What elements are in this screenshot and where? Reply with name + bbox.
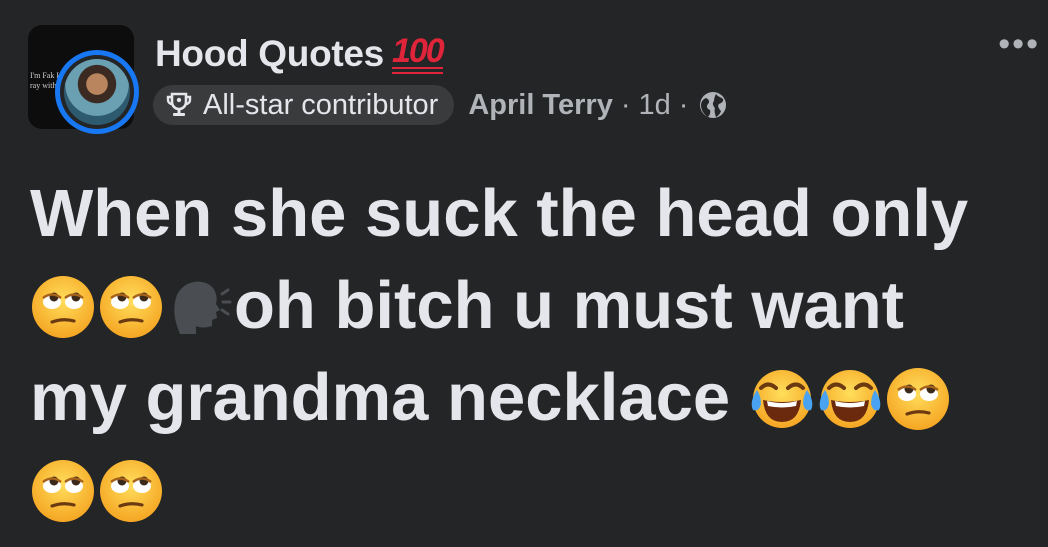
face-with-rolling-eyes-icon (98, 274, 164, 340)
group-name-link[interactable]: Hood Quotes 100 (155, 32, 445, 75)
post-meta: All-star contributor April Terry · 1d · (153, 84, 728, 126)
post-text-line-4 (30, 444, 1030, 536)
trophy-icon (166, 92, 192, 116)
more-options-icon[interactable]: ••• (998, 27, 1040, 61)
all-star-contributor-badge[interactable]: All-star contributor (153, 85, 455, 125)
speaking-head-icon (166, 274, 232, 340)
post-card: I'm Fak Hray with Hood Quotes 100 ••• All… (0, 0, 1048, 547)
post-text-line-2: oh bitch u must want (30, 260, 1030, 352)
post-text: When she suck the head only oh bitch u m… (30, 168, 1030, 536)
badge-label: All-star contributor (203, 88, 439, 121)
face-with-rolling-eyes-icon (30, 458, 96, 524)
group-name: Hood Quotes (155, 33, 384, 74)
author-name[interactable]: April Terry (468, 89, 613, 122)
post-text-line-3: my grandma necklace (30, 352, 1030, 444)
face-with-tears-of-joy-icon (817, 366, 883, 432)
face-with-rolling-eyes-icon (885, 366, 951, 432)
meta-separator: · (678, 88, 689, 121)
post-time[interactable]: 1d (639, 89, 671, 122)
hundred-points-icon: 100 (391, 32, 445, 74)
avatar-photo (64, 59, 130, 125)
post-text-line-1: When she suck the head only (30, 176, 969, 251)
face-with-tears-of-joy-icon (749, 366, 815, 432)
face-with-rolling-eyes-icon (30, 274, 96, 340)
face-with-rolling-eyes-icon (98, 458, 164, 524)
meta-separator: · (620, 88, 631, 121)
author-avatar[interactable] (55, 50, 139, 134)
globe-icon[interactable] (698, 90, 728, 120)
